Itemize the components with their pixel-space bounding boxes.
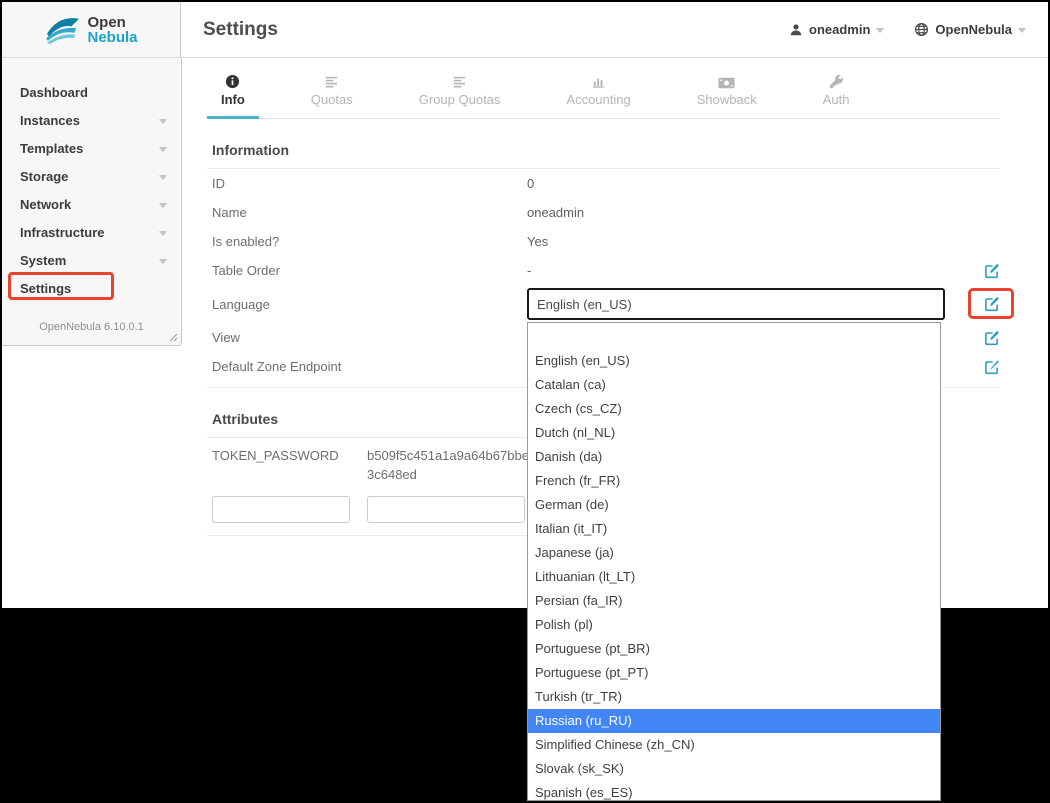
zone-menu[interactable]: OpenNebula: [914, 22, 1026, 37]
tab-group-quotas[interactable]: Group Quotas: [405, 66, 515, 119]
attributes-section: Attributes TOKEN_PASSWORD b509f5c451a1a9…: [207, 411, 529, 536]
edit-icon: [984, 359, 1000, 375]
edit-view-button[interactable]: [984, 330, 1000, 346]
accounting-icon: [591, 74, 606, 89]
token-password-value: b509f5c451a1a9a64b67bbefd 3c648ed: [367, 446, 529, 484]
user-icon: [789, 23, 803, 37]
chevron-down-icon: [159, 175, 167, 180]
language-option[interactable]: Danish (da): [528, 445, 940, 469]
screenshot-frame: Open Nebula Settings oneadmin: [0, 0, 1050, 803]
quotas-icon: [324, 74, 339, 89]
tab-info[interactable]: Info: [207, 66, 259, 119]
language-select[interactable]: English (en_US): [527, 288, 945, 320]
language-option[interactable]: Slovak (sk_SK): [528, 757, 940, 781]
sidebar: Dashboard Instances Templates Storage Ne…: [2, 58, 182, 346]
sidebar-item-infrastructure[interactable]: Infrastructure: [2, 218, 181, 246]
opennebula-logo-icon: [44, 14, 82, 46]
table-row-language: Language English (en_US): [207, 285, 1000, 323]
language-option[interactable]: Lithuanian (lt_LT): [528, 565, 940, 589]
sidebar-item-network[interactable]: Network: [2, 190, 181, 218]
sidebar-item-system[interactable]: System: [2, 246, 181, 274]
edit-language-button[interactable]: [984, 296, 1000, 312]
language-option[interactable]: Turkish (tr_TR): [528, 685, 940, 709]
language-option[interactable]: Italian (it_IT): [528, 517, 940, 541]
table-row-id: ID 0: [207, 169, 1000, 198]
table-row-is-enabled: Is enabled? Yes: [207, 227, 1000, 256]
tab-quotas[interactable]: Quotas: [297, 66, 367, 119]
logo: Open Nebula: [2, 2, 181, 57]
language-option-empty[interactable]: [528, 323, 940, 349]
language-option[interactable]: Polish (pl): [528, 613, 940, 637]
edit-default-zone-endpoint-button[interactable]: [984, 359, 1000, 375]
language-option[interactable]: Simplified Chinese (zh_CN): [528, 733, 940, 757]
sidebar-resize-handle[interactable]: [167, 331, 178, 342]
edit-icon: [984, 263, 1000, 279]
chevron-down-icon: [1018, 28, 1026, 33]
language-option[interactable]: Dutch (nl_NL): [528, 421, 940, 445]
language-selected-value: English (en_US): [537, 297, 632, 312]
information-heading: Information: [207, 142, 1000, 169]
sidebar-item-dashboard[interactable]: Dashboard: [2, 78, 181, 106]
tab-showback[interactable]: Showback: [683, 69, 771, 119]
chevron-down-icon: [159, 259, 167, 264]
showback-icon: [718, 77, 735, 89]
language-option[interactable]: French (fr_FR): [528, 469, 940, 493]
language-option[interactable]: Portuguese (pt_PT): [528, 661, 940, 685]
table-row-token-password: TOKEN_PASSWORD b509f5c451a1a9a64b67bbefd…: [207, 446, 529, 484]
sidebar-item-settings[interactable]: Settings: [2, 274, 181, 302]
table-row-table-order: Table Order -: [207, 256, 1000, 285]
edit-icon: [984, 296, 1000, 312]
sidebar-item-instances[interactable]: Instances: [2, 106, 181, 134]
language-option[interactable]: Russian (ru_RU): [528, 709, 940, 733]
chevron-down-icon: [159, 203, 167, 208]
version-label: OpenNebula 6.10.0.1: [2, 321, 181, 333]
page-title: Settings: [203, 19, 278, 41]
sidebar-item-storage[interactable]: Storage: [2, 162, 181, 190]
auth-icon: [829, 74, 844, 89]
language-option[interactable]: English (en_US): [528, 349, 940, 373]
info-icon: [225, 74, 240, 89]
user-menu[interactable]: oneadmin: [789, 22, 884, 37]
logo-text: Open Nebula: [87, 15, 137, 45]
globe-icon: [914, 22, 929, 37]
language-option[interactable]: Catalan (ca): [528, 373, 940, 397]
language-option[interactable]: German (de): [528, 493, 940, 517]
chevron-down-icon: [876, 28, 884, 33]
language-option[interactable]: Persian (fa_IR): [528, 589, 940, 613]
new-attribute-name-input[interactable]: [212, 496, 350, 523]
language-option[interactable]: Portuguese (pt_BR): [528, 637, 940, 661]
edit-table-order-button[interactable]: [984, 263, 1000, 279]
header-bar: Open Nebula Settings oneadmin: [2, 2, 1048, 58]
chevron-down-icon: [159, 147, 167, 152]
zone-name: OpenNebula: [935, 22, 1012, 37]
header-main: Settings oneadmin OpenNe: [181, 2, 1048, 57]
tab-auth[interactable]: Auth: [809, 66, 864, 119]
user-name: oneadmin: [809, 22, 870, 37]
edit-icon: [984, 330, 1000, 346]
table-row-name: Name oneadmin: [207, 198, 1000, 227]
language-option[interactable]: Japanese (ja): [528, 541, 940, 565]
language-option[interactable]: Czech (cs_CZ): [528, 397, 940, 421]
chevron-down-icon: [159, 231, 167, 236]
new-attribute-value-input[interactable]: [367, 496, 525, 523]
chevron-down-icon: [159, 119, 167, 124]
attributes-heading: Attributes: [207, 411, 529, 438]
language-option[interactable]: Spanish (es_ES): [528, 781, 940, 801]
tab-accounting[interactable]: Accounting: [552, 66, 644, 119]
tab-bar: Info Quotas Group Quotas: [207, 66, 1000, 119]
language-dropdown-list: English (en_US)Catalan (ca)Czech (cs_CZ)…: [527, 322, 941, 801]
divider: [207, 535, 529, 536]
sidebar-item-templates[interactable]: Templates: [2, 134, 181, 162]
group-quotas-icon: [452, 74, 467, 89]
